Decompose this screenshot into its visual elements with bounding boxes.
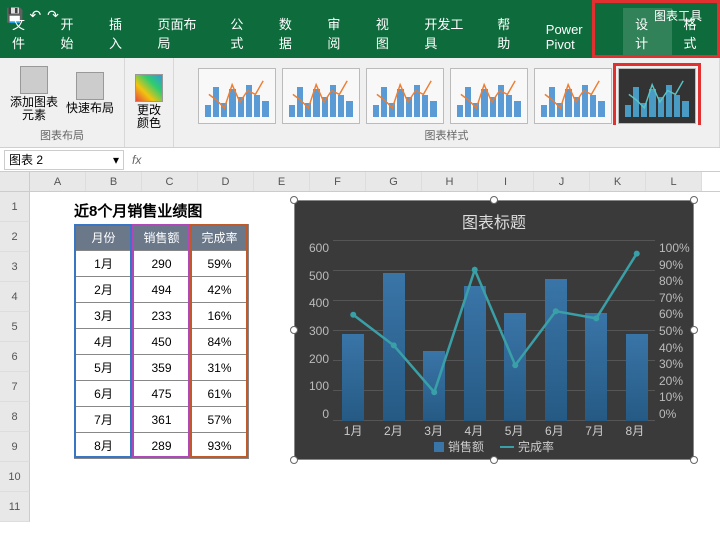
tab-pagelayout[interactable]: 页面布局	[145, 8, 218, 58]
resize-handle[interactable]	[490, 196, 498, 204]
legend-line-icon	[500, 446, 514, 448]
row-header[interactable]: 2	[0, 222, 30, 252]
sheet-content: 近8个月销售业绩图 月份销售额完成率1月29059%2月49442%3月2331…	[30, 192, 720, 534]
chart-style-thumb[interactable]	[534, 68, 612, 124]
row-header[interactable]: 11	[0, 492, 30, 522]
chart-style-thumb[interactable]	[450, 68, 528, 124]
table-header[interactable]: 完成率	[191, 225, 249, 251]
tab-data[interactable]: 数据	[267, 8, 315, 58]
legend-item-bar: 销售额	[434, 438, 484, 455]
table-row[interactable]: 6月47561%	[75, 381, 249, 407]
fx-icon[interactable]: fx	[132, 153, 141, 167]
plot-area[interactable]: 6005004003002001000 100%90%80%70%60%50%4…	[333, 241, 655, 421]
chart-style-thumb[interactable]	[282, 68, 360, 124]
legend-swatch-icon	[434, 442, 444, 452]
row-header[interactable]: 4	[0, 282, 30, 312]
table-header[interactable]: 月份	[75, 225, 133, 251]
quick-layout-button[interactable]: 快速布局	[64, 70, 116, 117]
name-box[interactable]: 图表 2▾	[4, 150, 124, 170]
ribbon: 添加图表 元素 快速布局 图表布局 更改 颜色 图表样式	[0, 58, 720, 148]
row-header[interactable]: 3	[0, 252, 30, 282]
change-colors-button[interactable]: 更改 颜色	[133, 72, 165, 132]
ribbon-tabs: 文件 开始 插入 页面布局 公式 数据 审阅 视图 开发工具 帮助 Power …	[0, 30, 720, 58]
x-axis: 1月2月3月4月5月6月7月8月	[333, 422, 655, 439]
column-header[interactable]: G	[366, 172, 422, 191]
column-header[interactable]: D	[198, 172, 254, 191]
resize-handle[interactable]	[490, 456, 498, 464]
row-header[interactable]: 1	[0, 192, 30, 222]
row-header[interactable]: 9	[0, 432, 30, 462]
chart-style-thumb[interactable]	[366, 68, 444, 124]
resize-handle[interactable]	[690, 456, 698, 464]
chart-title[interactable]: 图表标题	[295, 201, 693, 241]
table-row[interactable]: 1月29059%	[75, 251, 249, 277]
tab-help[interactable]: 帮助	[485, 8, 533, 58]
tab-formulas[interactable]: 公式	[218, 8, 266, 58]
column-header[interactable]: I	[478, 172, 534, 191]
formula-bar: 图表 2▾ fx	[0, 148, 720, 172]
chart-line-series[interactable]	[333, 241, 657, 421]
resize-handle[interactable]	[690, 196, 698, 204]
tab-review[interactable]: 审阅	[315, 8, 363, 58]
tab-design[interactable]: 设计	[623, 8, 671, 58]
resize-handle[interactable]	[290, 456, 298, 464]
column-header[interactable]: B	[86, 172, 142, 191]
row-header[interactable]: 8	[0, 402, 30, 432]
chart-style-thumb[interactable]	[618, 68, 696, 124]
y-axis-right: 100%90%80%70%60%50%40%30%20%10%0%	[659, 241, 693, 421]
tab-file[interactable]: 文件	[0, 8, 48, 58]
table-row[interactable]: 4月45084%	[75, 329, 249, 355]
column-header[interactable]: F	[310, 172, 366, 191]
data-table[interactable]: 月份销售额完成率1月29059%2月49442%3月23316%4月45084%…	[74, 224, 249, 459]
quick-layout-icon	[76, 72, 104, 100]
group-colors: 更改 颜色	[125, 58, 174, 147]
chart-style-thumb[interactable]	[198, 68, 276, 124]
column-header[interactable]: H	[422, 172, 478, 191]
row-header[interactable]: 7	[0, 372, 30, 402]
tab-powerpivot[interactable]: Power Pivot	[534, 16, 623, 58]
row-header[interactable]: 5	[0, 312, 30, 342]
table-row[interactable]: 8月28993%	[75, 433, 249, 459]
resize-handle[interactable]	[290, 196, 298, 204]
tab-view[interactable]: 视图	[364, 8, 412, 58]
row-header[interactable]: 6	[0, 342, 30, 372]
add-element-icon	[20, 66, 48, 94]
column-header[interactable]: C	[142, 172, 198, 191]
row-headers: 1234567891011	[0, 192, 30, 522]
group-label: 图表样式	[425, 125, 469, 143]
group-chart-styles: 图表样式	[174, 58, 720, 147]
chevron-down-icon[interactable]: ▾	[113, 153, 119, 167]
select-all-corner[interactable]	[0, 172, 30, 191]
column-header[interactable]: E	[254, 172, 310, 191]
column-header[interactable]: L	[646, 172, 702, 191]
table-header[interactable]: 销售额	[133, 225, 191, 251]
column-header[interactable]: A	[30, 172, 86, 191]
y-axis-left: 6005004003002001000	[299, 241, 329, 421]
group-label: 图表布局	[40, 125, 84, 143]
table-row[interactable]: 2月49442%	[75, 277, 249, 303]
resize-handle[interactable]	[290, 326, 298, 334]
column-headers: ABCDEFGHIJKL	[0, 172, 720, 192]
embedded-chart[interactable]: 图表标题 6005004003002001000 100%90%80%70%60…	[294, 200, 694, 460]
tab-format[interactable]: 格式	[672, 8, 720, 58]
row-header[interactable]: 10	[0, 462, 30, 492]
add-chart-element-button[interactable]: 添加图表 元素	[8, 64, 60, 124]
column-header[interactable]: J	[534, 172, 590, 191]
sheet-title[interactable]: 近8个月销售业绩图	[74, 200, 202, 221]
group-chart-layout: 添加图表 元素 快速布局 图表布局	[0, 58, 125, 147]
legend-item-line: 完成率	[500, 438, 554, 455]
colors-icon	[135, 74, 163, 102]
chart-styles-gallery[interactable]	[192, 62, 702, 125]
table-row[interactable]: 3月23316%	[75, 303, 249, 329]
spreadsheet-grid: ABCDEFGHIJKL 1234567891011 近8个月销售业绩图 月份销…	[0, 172, 720, 534]
tab-home[interactable]: 开始	[48, 8, 96, 58]
tab-developer[interactable]: 开发工具	[412, 8, 485, 58]
chart-legend[interactable]: 销售额 完成率	[295, 438, 693, 455]
tab-insert[interactable]: 插入	[97, 8, 145, 58]
column-header[interactable]: K	[590, 172, 646, 191]
table-row[interactable]: 7月36157%	[75, 407, 249, 433]
table-row[interactable]: 5月35931%	[75, 355, 249, 381]
